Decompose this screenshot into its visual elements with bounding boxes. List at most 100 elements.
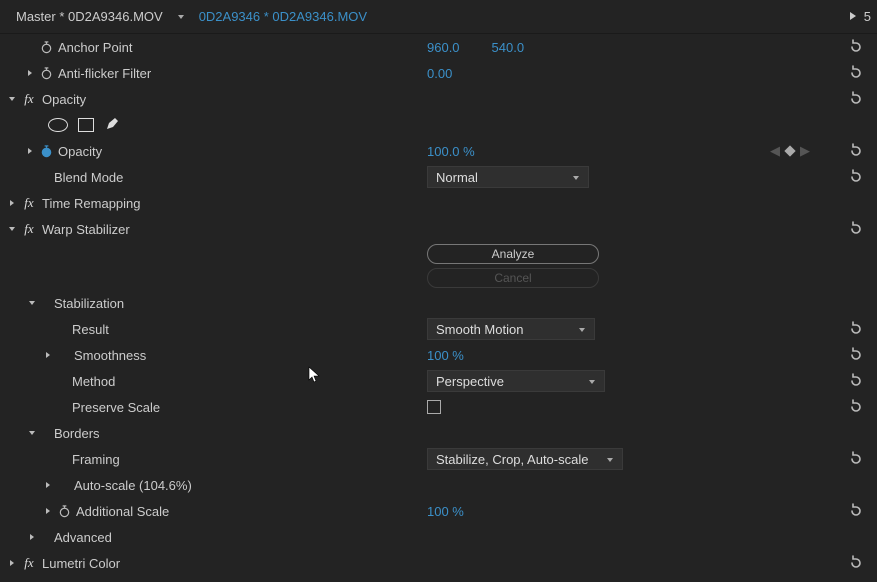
reset-icon[interactable] xyxy=(847,320,865,338)
row-smoothness: Smoothness 100 % xyxy=(0,342,877,368)
tab-master[interactable]: Master * 0D2A9346.MOV xyxy=(8,5,171,29)
method-value: Perspective xyxy=(436,374,504,389)
stopwatch-active-icon[interactable] xyxy=(38,143,54,159)
blend-mode-value: Normal xyxy=(436,170,478,185)
cancel-button: Cancel xyxy=(427,268,599,288)
chevron-down-icon xyxy=(578,322,586,337)
warp-stabilizer-label: Warp Stabilizer xyxy=(42,222,130,237)
anchor-point-label: Anchor Point xyxy=(58,40,132,55)
row-method: Method Perspective xyxy=(0,368,877,394)
expand-icon[interactable] xyxy=(24,67,36,79)
reset-icon[interactable] xyxy=(847,372,865,390)
row-analyze: Analyze xyxy=(0,242,877,266)
reset-icon[interactable] xyxy=(847,220,865,238)
expand-icon[interactable] xyxy=(24,145,36,157)
rect-mask-icon[interactable] xyxy=(78,118,94,132)
reset-icon[interactable] xyxy=(847,64,865,82)
smoothness-label: Smoothness xyxy=(74,348,146,363)
expand-icon[interactable] xyxy=(42,349,54,361)
opacity-label: Opacity xyxy=(58,144,102,159)
collapse-icon[interactable] xyxy=(26,427,38,439)
expand-icon[interactable] xyxy=(26,531,38,543)
smoothness-value[interactable]: 100 % xyxy=(427,348,464,363)
reset-icon[interactable] xyxy=(847,398,865,416)
chevron-down-icon xyxy=(588,374,596,389)
row-result: Result Smooth Motion xyxy=(0,316,877,342)
result-dropdown[interactable]: Smooth Motion xyxy=(427,318,595,340)
method-label: Method xyxy=(72,374,115,389)
fx-icon[interactable]: fx xyxy=(20,195,38,211)
collapse-icon[interactable] xyxy=(26,297,38,309)
row-blend-mode: Blend Mode Normal xyxy=(0,164,877,190)
row-anchor-point: Anchor Point 960.0 540.0 xyxy=(0,34,877,60)
next-key-icon[interactable]: ▶ xyxy=(800,143,810,159)
ellipse-mask-icon[interactable] xyxy=(48,118,68,132)
row-opacity-prop: Opacity 100.0 % ◀ ▶ xyxy=(0,138,877,164)
prev-key-icon[interactable]: ◀ xyxy=(770,143,780,159)
expand-icon[interactable] xyxy=(42,505,54,517)
reset-icon[interactable] xyxy=(847,502,865,520)
mask-tools-row xyxy=(0,112,877,138)
reset-icon[interactable] xyxy=(847,554,865,572)
expand-icon[interactable] xyxy=(6,557,18,569)
result-label: Result xyxy=(72,322,109,337)
reset-icon[interactable] xyxy=(847,38,865,56)
fx-icon[interactable]: fx xyxy=(20,91,38,107)
anchor-x-value[interactable]: 960.0 xyxy=(427,40,460,55)
chevron-down-icon xyxy=(572,170,580,185)
opacity-value[interactable]: 100.0 % xyxy=(427,144,475,159)
anchor-y-value[interactable]: 540.0 xyxy=(492,40,525,55)
row-autoscale: Auto-scale (104.6%) xyxy=(0,472,877,498)
reset-icon[interactable] xyxy=(847,450,865,468)
header-number: 5 xyxy=(864,9,871,24)
reset-icon[interactable] xyxy=(847,168,865,186)
expand-icon[interactable] xyxy=(6,197,18,209)
add-key-icon[interactable] xyxy=(784,145,795,156)
collapse-icon[interactable] xyxy=(6,93,18,105)
keyframe-nav: ◀ ▶ xyxy=(770,143,810,159)
fx-icon[interactable]: fx xyxy=(20,555,38,571)
tab-clip[interactable]: 0D2A9346 * 0D2A9346.MOV xyxy=(191,5,375,29)
reset-icon[interactable] xyxy=(847,90,865,108)
row-advanced: Advanced xyxy=(0,524,877,550)
pen-mask-icon[interactable] xyxy=(104,116,120,135)
expand-icon[interactable] xyxy=(42,479,54,491)
method-dropdown[interactable]: Perspective xyxy=(427,370,605,392)
stabilization-group-label: Stabilization xyxy=(54,296,124,311)
play-icon[interactable] xyxy=(848,9,858,24)
stopwatch-icon[interactable] xyxy=(38,65,54,81)
preserve-scale-label: Preserve Scale xyxy=(72,400,160,415)
additional-scale-label: Additional Scale xyxy=(76,504,169,519)
blend-mode-dropdown[interactable]: Normal xyxy=(427,166,589,188)
advanced-label: Advanced xyxy=(54,530,112,545)
tab-caret-icon[interactable] xyxy=(177,9,185,24)
row-additional-scale: Additional Scale 100 % xyxy=(0,498,877,524)
framing-label: Framing xyxy=(72,452,120,467)
fx-icon[interactable]: fx xyxy=(20,221,38,237)
chevron-down-icon xyxy=(606,452,614,467)
stopwatch-icon[interactable] xyxy=(38,39,54,55)
reset-icon[interactable] xyxy=(847,346,865,364)
preserve-scale-checkbox[interactable] xyxy=(427,400,441,414)
row-warp-stabilizer: fx Warp Stabilizer xyxy=(0,216,877,242)
borders-group-label: Borders xyxy=(54,426,100,441)
row-borders-group: Borders xyxy=(0,420,877,446)
row-framing: Framing Stabilize, Crop, Auto-scale xyxy=(0,446,877,472)
reset-icon[interactable] xyxy=(847,142,865,160)
row-stabilization-group: Stabilization xyxy=(0,290,877,316)
framing-dropdown[interactable]: Stabilize, Crop, Auto-scale xyxy=(427,448,623,470)
stopwatch-icon[interactable] xyxy=(56,503,72,519)
antiflicker-value[interactable]: 0.00 xyxy=(427,66,452,81)
result-value: Smooth Motion xyxy=(436,322,523,337)
additional-scale-value[interactable]: 100 % xyxy=(427,504,464,519)
blend-mode-label: Blend Mode xyxy=(54,170,123,185)
row-cancel: Cancel xyxy=(0,266,877,290)
antiflicker-label: Anti-flicker Filter xyxy=(58,66,151,81)
analyze-button[interactable]: Analyze xyxy=(427,244,599,264)
row-opacity-group: fx Opacity xyxy=(0,86,877,112)
row-preserve-scale: Preserve Scale xyxy=(0,394,877,420)
row-lumetri: fx Lumetri Color xyxy=(0,550,877,576)
lumetri-label: Lumetri Color xyxy=(42,556,120,571)
collapse-icon[interactable] xyxy=(6,223,18,235)
row-antiflicker: Anti-flicker Filter 0.00 xyxy=(0,60,877,86)
